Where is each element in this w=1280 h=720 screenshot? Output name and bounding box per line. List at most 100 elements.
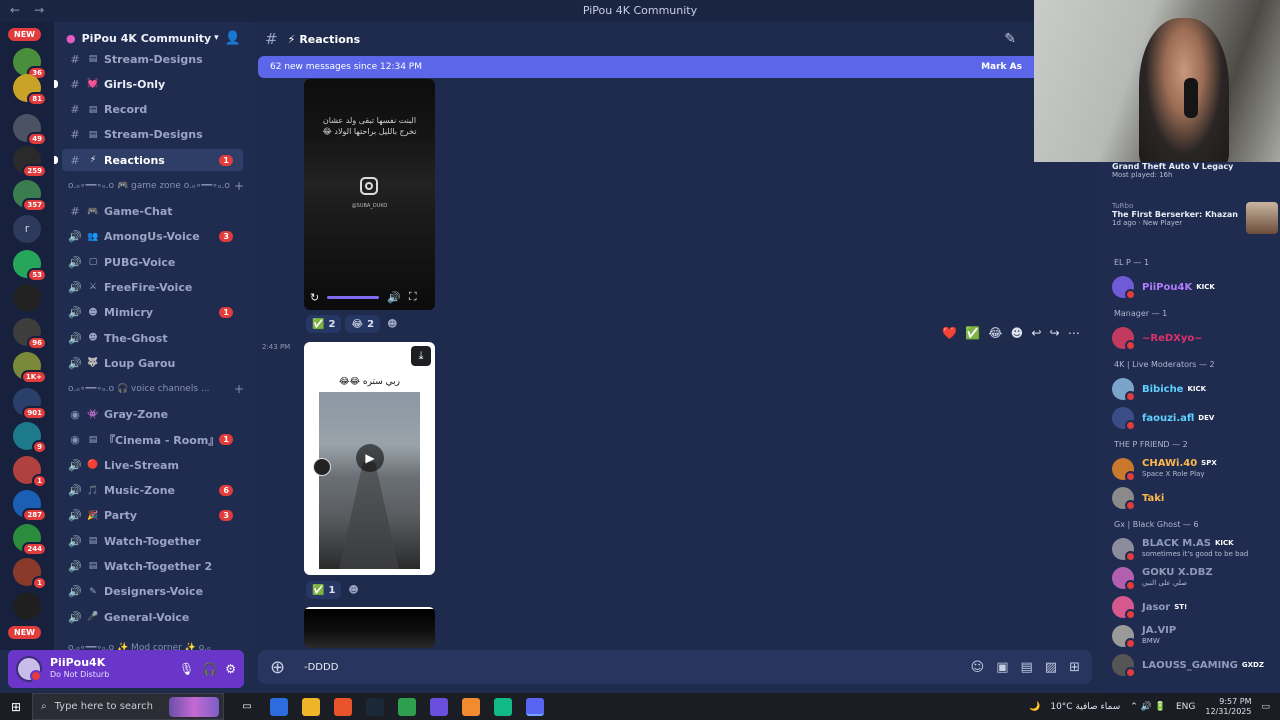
invite-people-icon[interactable]: 👤 (225, 31, 241, 46)
channel-reactions[interactable]: # ⚡ Reactions 1 (54, 149, 243, 172)
activity-card[interactable]: Grand Theft Auto V Legacy Most played: 16… (1112, 162, 1278, 179)
language-indicator[interactable]: ENG (1176, 702, 1195, 712)
apps-icon[interactable]: ⊞ (1069, 660, 1080, 675)
server-icon[interactable]: 96 (13, 318, 47, 350)
more-icon[interactable]: ⋯ (1068, 326, 1080, 340)
add-channel-icon[interactable]: + (234, 382, 244, 396)
channel-girls-only[interactable]: # 💓 Girls-Only (54, 73, 243, 95)
channel-live-stream[interactable]: 🔊 🔴 Live-Stream (62, 454, 243, 476)
mark-as-read-button[interactable]: Mark As (981, 62, 1022, 72)
server-icon[interactable]: 9 (13, 422, 47, 454)
member-row[interactable]: BLACK M.AS KICK sometimes it's good to be … (1112, 536, 1278, 562)
member-row[interactable]: Taki (1112, 485, 1278, 511)
app-icon[interactable] (494, 697, 512, 716)
server-icon[interactable]: 1K+ (13, 352, 47, 384)
channel-music-zone[interactable]: 🔊 🎵 Music-Zone 6 (62, 480, 243, 502)
download-icon[interactable]: ⤓ (411, 346, 431, 366)
threads-icon[interactable]: ✎ (1004, 31, 1016, 47)
server-icon[interactable] (13, 592, 41, 620)
add-reaction-icon[interactable]: ☻ (384, 315, 400, 333)
video-attachment[interactable]: ربي ستره 😂😂 ▶ ⤓ (304, 342, 435, 575)
channel-watch-together[interactable]: 🔊 ▤ Watch-Together (62, 530, 243, 552)
fullscreen-icon[interactable]: ⛶ (409, 290, 417, 304)
channel-category[interactable]: o.ₒ∘━━∘ₒ.o 🎧 voice channels ... + (68, 381, 244, 397)
avatar[interactable] (16, 656, 42, 682)
channel-record[interactable]: # ▤ Record (62, 99, 243, 121)
check-reaction-icon[interactable]: ✅ (965, 326, 980, 340)
reply-icon[interactable]: ↩ (1031, 326, 1041, 340)
member-row[interactable]: Bibiche KICK (1112, 376, 1278, 402)
member-row[interactable]: ~ReDXyo~ (1112, 325, 1278, 351)
heart-reaction-icon[interactable]: ❤️ (942, 326, 957, 340)
channel--cinema-room-[interactable]: ◉ ▤ 『Cinema - Room』 1 (62, 429, 243, 451)
channel-watch-together-2[interactable]: 🔊 ▤ Watch-Together 2 (62, 555, 243, 577)
video-attachment[interactable] (304, 607, 435, 648)
server-icon[interactable]: r (13, 215, 41, 243)
server-icon[interactable]: 244 (13, 524, 47, 556)
member-row[interactable]: CHAWi.40 SPX Space X Role Play (1112, 456, 1278, 482)
replay-icon[interactable]: ↻ (310, 291, 319, 304)
channel-freefire-voice[interactable]: 🔊 ⚔ FreeFire-Voice (62, 276, 243, 298)
image-icon[interactable]: ▨ (1045, 660, 1057, 675)
channel-gray-zone[interactable]: ◉ 👾 Gray-Zone (62, 404, 243, 426)
reaction-button[interactable]: ✅ 1 (306, 581, 342, 599)
video-attachment[interactable]: البنت نفسها تبقى ولد عشان تخرج بالليل بر… (304, 79, 435, 310)
channel-category[interactable]: o.ₒ∘━━∘ₒ.o ✨ Mod corner ✨ o.ₒ (68, 640, 244, 650)
app-icon[interactable] (398, 697, 416, 716)
laugh-reaction-icon[interactable]: 😂 (988, 326, 1002, 340)
volume-slider[interactable] (327, 295, 380, 299)
brave-browser-icon[interactable] (334, 697, 352, 716)
add-reaction-icon[interactable]: ☻ (1011, 326, 1024, 340)
channel-party[interactable]: 🔊 🎉 Party 3 (62, 505, 243, 527)
steam-icon[interactable] (366, 697, 384, 716)
app-icon[interactable] (462, 697, 480, 716)
app-icon[interactable] (270, 697, 288, 716)
channel-loup-garou[interactable]: 🔊 🐺 Loup Garou (62, 352, 243, 374)
file-explorer-icon[interactable] (302, 697, 320, 716)
taskbar-search[interactable]: ⌕ Type here to search (32, 693, 224, 720)
notifications-icon[interactable]: ▭ (1261, 702, 1270, 712)
member-row[interactable]: LAOUSS_GAMING GXDZ (1112, 652, 1278, 678)
channel-the-ghost[interactable]: 🔊 ☻ The-Ghost (62, 327, 243, 349)
channel-amongus-voice[interactable]: 🔊 👥 AmongUs-Voice 3 (62, 226, 243, 248)
channel-mimicry[interactable]: 🔊 ☻ Mimicry 1 (62, 302, 243, 324)
server-icon[interactable]: 53 (13, 250, 47, 282)
channel-category[interactable]: o.ₒ∘━━∘ₒ.o 🎮 game zone o.ₒ∘━━∘ₒ.o + (68, 178, 244, 194)
new-messages-bar[interactable]: 62 new messages since 12:34 PM Mark As (258, 56, 1034, 78)
channel-general-voice[interactable]: 🔊 🎤 General-Voice (62, 606, 243, 628)
volume-icon[interactable]: 🔊 (387, 291, 401, 304)
member-row[interactable]: Jasor ST! (1112, 594, 1278, 620)
windows-start-icon[interactable]: ⊞ (0, 700, 32, 714)
server-icon[interactable]: 81 (13, 74, 47, 106)
play-icon[interactable]: ▶ (356, 444, 384, 472)
message-input[interactable] (304, 661, 804, 673)
settings-gear-icon[interactable]: ⚙ (225, 662, 236, 676)
channel-game-chat[interactable]: # 🎮 Game-Chat (62, 201, 243, 223)
app-icon[interactable] (430, 697, 448, 716)
member-row[interactable]: faouzi.afl DEV (1112, 405, 1278, 431)
server-icon[interactable]: 1 (13, 456, 47, 488)
discord-icon[interactable] (526, 697, 544, 716)
server-icon[interactable]: 259 (13, 146, 47, 178)
sticker-icon[interactable]: ▤ (1021, 660, 1033, 675)
activity-card[interactable]: TuRbo The First Berserker: Khazan 1d ago ·… (1112, 202, 1278, 234)
server-icon[interactable] (13, 284, 41, 312)
add-reaction-icon[interactable]: ☻ (345, 581, 361, 599)
reaction-button[interactable]: 😂 2 (345, 315, 381, 333)
member-row[interactable]: GOKU X.DBZ صلي على النبي (1112, 565, 1278, 591)
new-badge-bottom[interactable]: NEW (8, 626, 41, 639)
member-row[interactable]: JA.VIP BMW (1112, 623, 1278, 649)
server-icon[interactable]: 49 (13, 114, 47, 146)
gif-icon[interactable]: ▣ (996, 660, 1008, 675)
weather-text[interactable]: 10°C سماء صافية (1050, 702, 1120, 712)
emoji-icon[interactable]: ☺ (971, 660, 985, 675)
tray-icons[interactable]: ⌃ 🔊 🔋 (1130, 702, 1166, 712)
channel-stream-designs[interactable]: # ▤ Stream-Designs (62, 48, 243, 70)
server-icon[interactable]: 1 (13, 558, 47, 590)
channel-designers-voice[interactable]: 🔊 ✎ Designers-Voice (62, 581, 243, 603)
headphones-icon[interactable]: 🎧 (202, 662, 217, 676)
add-attachment-icon[interactable]: ⊕ (270, 657, 292, 678)
server-icon[interactable]: 287 (13, 490, 47, 522)
server-icon[interactable]: 36 (13, 48, 47, 80)
forward-icon[interactable]: ↪ (1050, 326, 1060, 340)
